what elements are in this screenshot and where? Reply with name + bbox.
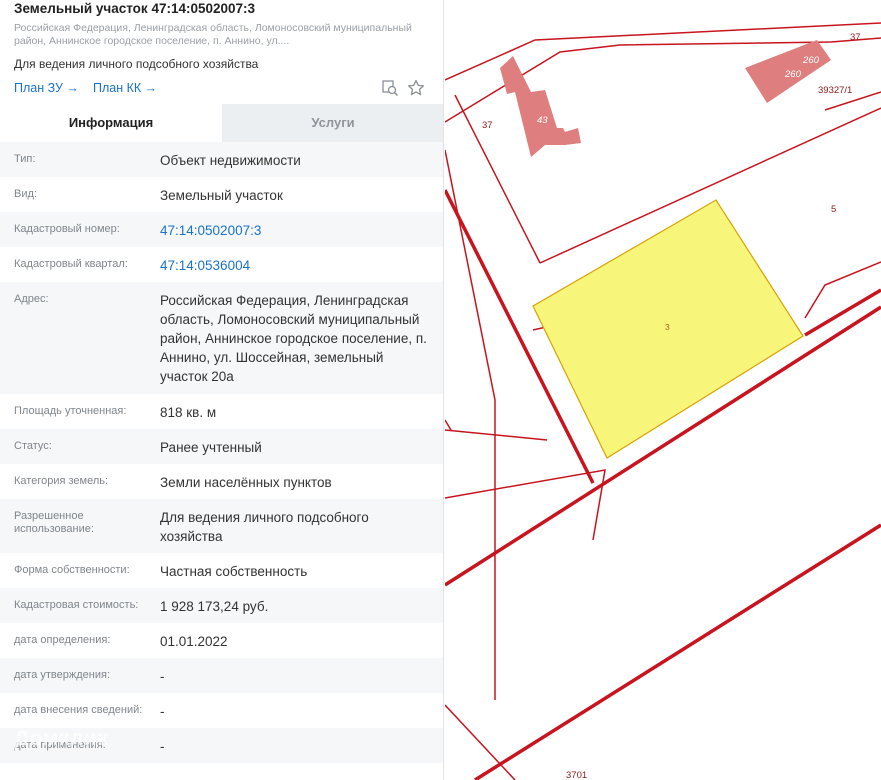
- parcel-label: 5: [831, 204, 836, 215]
- boundary-line: [445, 429, 548, 441]
- info-row: Форма собственности: Частная собственност…: [0, 553, 443, 588]
- info-row: Категория земель: Земли населённых пункто…: [0, 464, 443, 499]
- info-label: Категория земель:: [14, 475, 109, 487]
- object-purpose: Для ведения личного подсобного хозяйства: [14, 57, 259, 71]
- info-value: Земли населённых пунктов: [160, 475, 332, 490]
- road-line: [474, 523, 881, 780]
- find-on-map-icon[interactable]: [380, 78, 400, 98]
- info-label: Форма собственности:: [14, 564, 130, 576]
- cadastral-map[interactable]: 37 37 43 260 260 39327/1 5 3 3701: [445, 0, 881, 780]
- info-value: Частная собственность: [160, 564, 308, 579]
- info-value: 1 928 173,24 руб.: [160, 599, 269, 614]
- info-value: -: [160, 739, 165, 754]
- info-label: Вид:: [14, 188, 37, 200]
- info-value: -: [160, 669, 165, 684]
- info-row: Кадастровая стоимость: 1 928 173,24 руб.: [0, 588, 443, 623]
- info-value: Российская Федерация, Ленинградская обла…: [160, 293, 427, 384]
- building-label: 43: [537, 115, 548, 126]
- info-label: Кадастровая стоимость:: [14, 599, 139, 611]
- parcel-label: 3701: [566, 770, 587, 780]
- info-value: 01.01.2022: [160, 634, 228, 649]
- building: [500, 56, 581, 157]
- boundary-line: [445, 469, 606, 541]
- plan-links: План ЗУ → План КК →: [14, 74, 429, 100]
- object-header: Земельный участок 47:14:0502007:3 Россий…: [0, 0, 443, 100]
- info-label: дата определения:: [14, 634, 111, 646]
- boundary-line: [445, 704, 516, 780]
- info-row: Кадастровый номер: 47:14:0502007:3: [0, 212, 443, 247]
- info-value: -: [160, 704, 165, 719]
- info-row: Площадь уточненная: 818 кв. м: [0, 394, 443, 429]
- info-label: Кадастровый квартал:: [14, 258, 128, 270]
- info-label: дата внесения сведений:: [14, 704, 143, 716]
- info-row: дата утверждения: -: [0, 658, 443, 693]
- tab-information[interactable]: Информация: [0, 104, 222, 142]
- map-canvas[interactable]: 37 37 43 260 260 39327/1 5 3 3701: [445, 0, 881, 780]
- info-label: Площадь уточненная:: [14, 405, 127, 417]
- parcel-label: 37: [850, 32, 861, 43]
- plan-kk-link[interactable]: План КК →: [93, 81, 157, 95]
- info-label: Статус:: [14, 440, 52, 452]
- building-label: 260: [802, 55, 820, 66]
- boundary-line: [445, 419, 452, 431]
- info-label: Разрешенное использование:: [14, 510, 94, 535]
- object-address-short: Российская Федерация, Ленинградская обла…: [14, 22, 412, 47]
- info-row: Вид: Земельный участок: [0, 177, 443, 212]
- tab-services[interactable]: Услуги: [222, 104, 443, 142]
- info-label: Адрес:: [14, 293, 49, 305]
- info-tabs: Информация Услуги: [0, 104, 443, 142]
- info-row: Кадастровый квартал: 47:14:0536004: [0, 247, 443, 282]
- info-label: дата утверждения:: [14, 669, 111, 681]
- info-row: дата внесения сведений: -: [0, 693, 443, 728]
- domclick-watermark: Домклик: [14, 727, 109, 750]
- cadastral-quarter-link[interactable]: 47:14:0536004: [160, 247, 430, 282]
- info-label: Тип:: [14, 153, 36, 165]
- object-title: Земельный участок 47:14:0502007:3: [14, 1, 256, 16]
- info-row: Адрес: Российская Федерация, Ленинградска…: [0, 282, 443, 394]
- favorite-star-icon[interactable]: [406, 78, 426, 98]
- cadastral-number-link[interactable]: 47:14:0502007:3: [160, 212, 430, 247]
- info-row: дата определения: 01.01.2022: [0, 623, 443, 658]
- info-value: Объект недвижимости: [160, 153, 301, 168]
- plan-zu-link[interactable]: План ЗУ →: [14, 81, 79, 95]
- info-value: 818 кв. м: [160, 405, 217, 420]
- parcel-label: 3: [665, 322, 670, 332]
- info-value: Ранее учтенный: [160, 440, 262, 455]
- object-info-panel: Земельный участок 47:14:0502007:3 Россий…: [0, 0, 444, 780]
- building-label: 260: [784, 69, 802, 80]
- boundary-line: [445, 149, 496, 700]
- boundary-line: [804, 261, 881, 319]
- info-label: Кадастровый номер:: [14, 223, 120, 235]
- parcel-label: 37: [482, 120, 493, 131]
- info-value: Для ведения личного подсобного хозяйства: [160, 510, 369, 544]
- parcel-label: 39327/1: [818, 85, 852, 96]
- info-row: Статус: Ранее учтенный: [0, 429, 443, 464]
- info-row: Тип: Объект недвижимости: [0, 142, 443, 177]
- info-table: Тип: Объект недвижимости Вид: Земельный уч…: [0, 142, 443, 763]
- info-row: Разрешенное использование: Для ведения ли…: [0, 499, 443, 553]
- info-value: Земельный участок: [160, 188, 283, 203]
